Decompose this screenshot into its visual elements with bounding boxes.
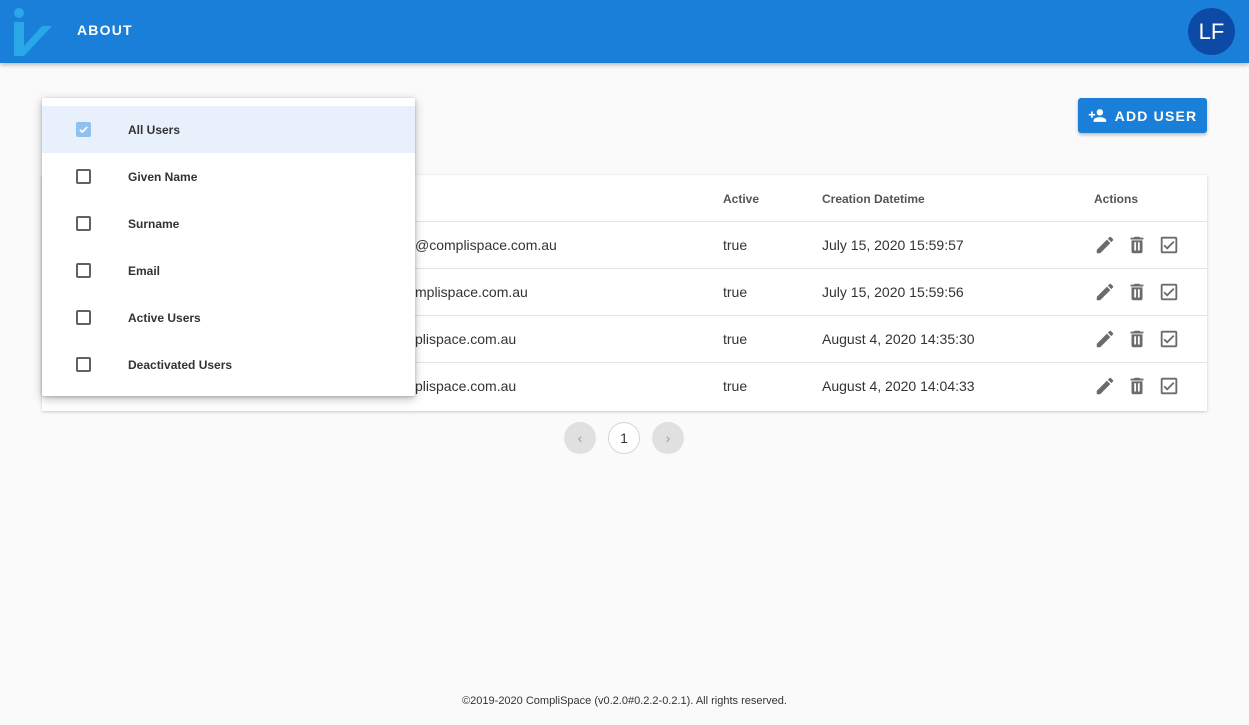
edit-icon[interactable]: [1094, 281, 1116, 303]
cell-creation-datetime: July 15, 2020 15:59:56: [822, 284, 964, 300]
edit-icon[interactable]: [1094, 375, 1116, 397]
pagination-next-button[interactable]: ›: [652, 422, 684, 454]
row-actions: [1094, 328, 1180, 350]
checkbox-unchecked-icon[interactable]: [76, 310, 91, 325]
app-logo-icon[interactable]: [10, 6, 54, 56]
checkbox-checked-icon[interactable]: [1158, 328, 1180, 350]
checkbox-unchecked-icon[interactable]: [76, 263, 91, 278]
filter-item-surname[interactable]: Surname: [42, 200, 415, 247]
filter-item-label: Active Users: [128, 311, 201, 325]
cell-creation-datetime: July 15, 2020 15:59:57: [822, 237, 964, 253]
edit-icon[interactable]: [1094, 234, 1116, 256]
column-header-active[interactable]: Active: [723, 192, 759, 206]
nav-about-link[interactable]: ABOUT: [77, 22, 133, 38]
cell-creation-datetime: August 4, 2020 14:35:30: [822, 331, 975, 347]
pagination-prev-button[interactable]: ‹: [564, 422, 596, 454]
filter-item-email[interactable]: Email: [42, 247, 415, 294]
checkbox-unchecked-icon[interactable]: [76, 216, 91, 231]
cell-active: true: [723, 331, 748, 347]
cell-active: true: [723, 284, 748, 300]
filter-item-label: Email: [128, 264, 161, 278]
cell-email: plispace.com.au: [415, 378, 517, 394]
checkbox-unchecked-icon[interactable]: [76, 169, 91, 184]
user-filter-menu: All Users Given Name Surname Email Activ…: [42, 98, 415, 396]
user-avatar[interactable]: LF: [1188, 8, 1235, 55]
row-actions: [1094, 281, 1180, 303]
filter-item-label: Deactivated Users: [128, 358, 233, 372]
filter-item-deactivated-users[interactable]: Deactivated Users: [42, 341, 415, 388]
delete-icon[interactable]: [1126, 234, 1148, 256]
column-header-actions: Actions: [1094, 192, 1139, 206]
cell-email: @complispace.com.au: [415, 237, 557, 253]
row-actions: [1094, 375, 1180, 397]
cell-active: true: [723, 237, 748, 253]
checkbox-checked-icon[interactable]: [1158, 234, 1180, 256]
add-user-label: ADD USER: [1114, 107, 1198, 124]
row-actions: [1094, 234, 1180, 256]
filter-item-active-users[interactable]: Active Users: [42, 294, 415, 341]
checkbox-checked-icon[interactable]: [1158, 375, 1180, 397]
cell-creation-datetime: August 4, 2020 14:04:33: [822, 378, 975, 394]
column-header-creation-datetime[interactable]: Creation Datetime: [822, 192, 925, 206]
footer-copyright: ©2019-2020 CompliSpace (v0.2.0#0.2.2-0.2…: [462, 695, 787, 707]
add-user-button[interactable]: ADD USER: [1078, 98, 1207, 133]
filter-item-label: Given Name: [128, 170, 198, 184]
person-add-icon: [1088, 109, 1106, 122]
filter-item-label: Surname: [128, 217, 180, 231]
edit-icon[interactable]: [1094, 328, 1116, 350]
pagination-page-1[interactable]: 1: [608, 422, 640, 454]
filter-item-all-users[interactable]: All Users: [42, 106, 415, 153]
filter-item-given-name[interactable]: Given Name: [42, 153, 415, 200]
checkbox-checked-icon[interactable]: [1158, 281, 1180, 303]
checkbox-checked-icon[interactable]: [76, 122, 91, 137]
filter-item-label: All Users: [128, 123, 181, 137]
delete-icon[interactable]: [1126, 375, 1148, 397]
delete-icon[interactable]: [1126, 281, 1148, 303]
cell-email: mplispace.com.au: [415, 284, 528, 300]
checkbox-unchecked-icon[interactable]: [76, 357, 91, 372]
cell-email: plispace.com.au: [415, 331, 517, 347]
delete-icon[interactable]: [1126, 328, 1148, 350]
cell-active: true: [723, 378, 748, 394]
app-bar: ABOUT LF: [0, 0, 1249, 63]
